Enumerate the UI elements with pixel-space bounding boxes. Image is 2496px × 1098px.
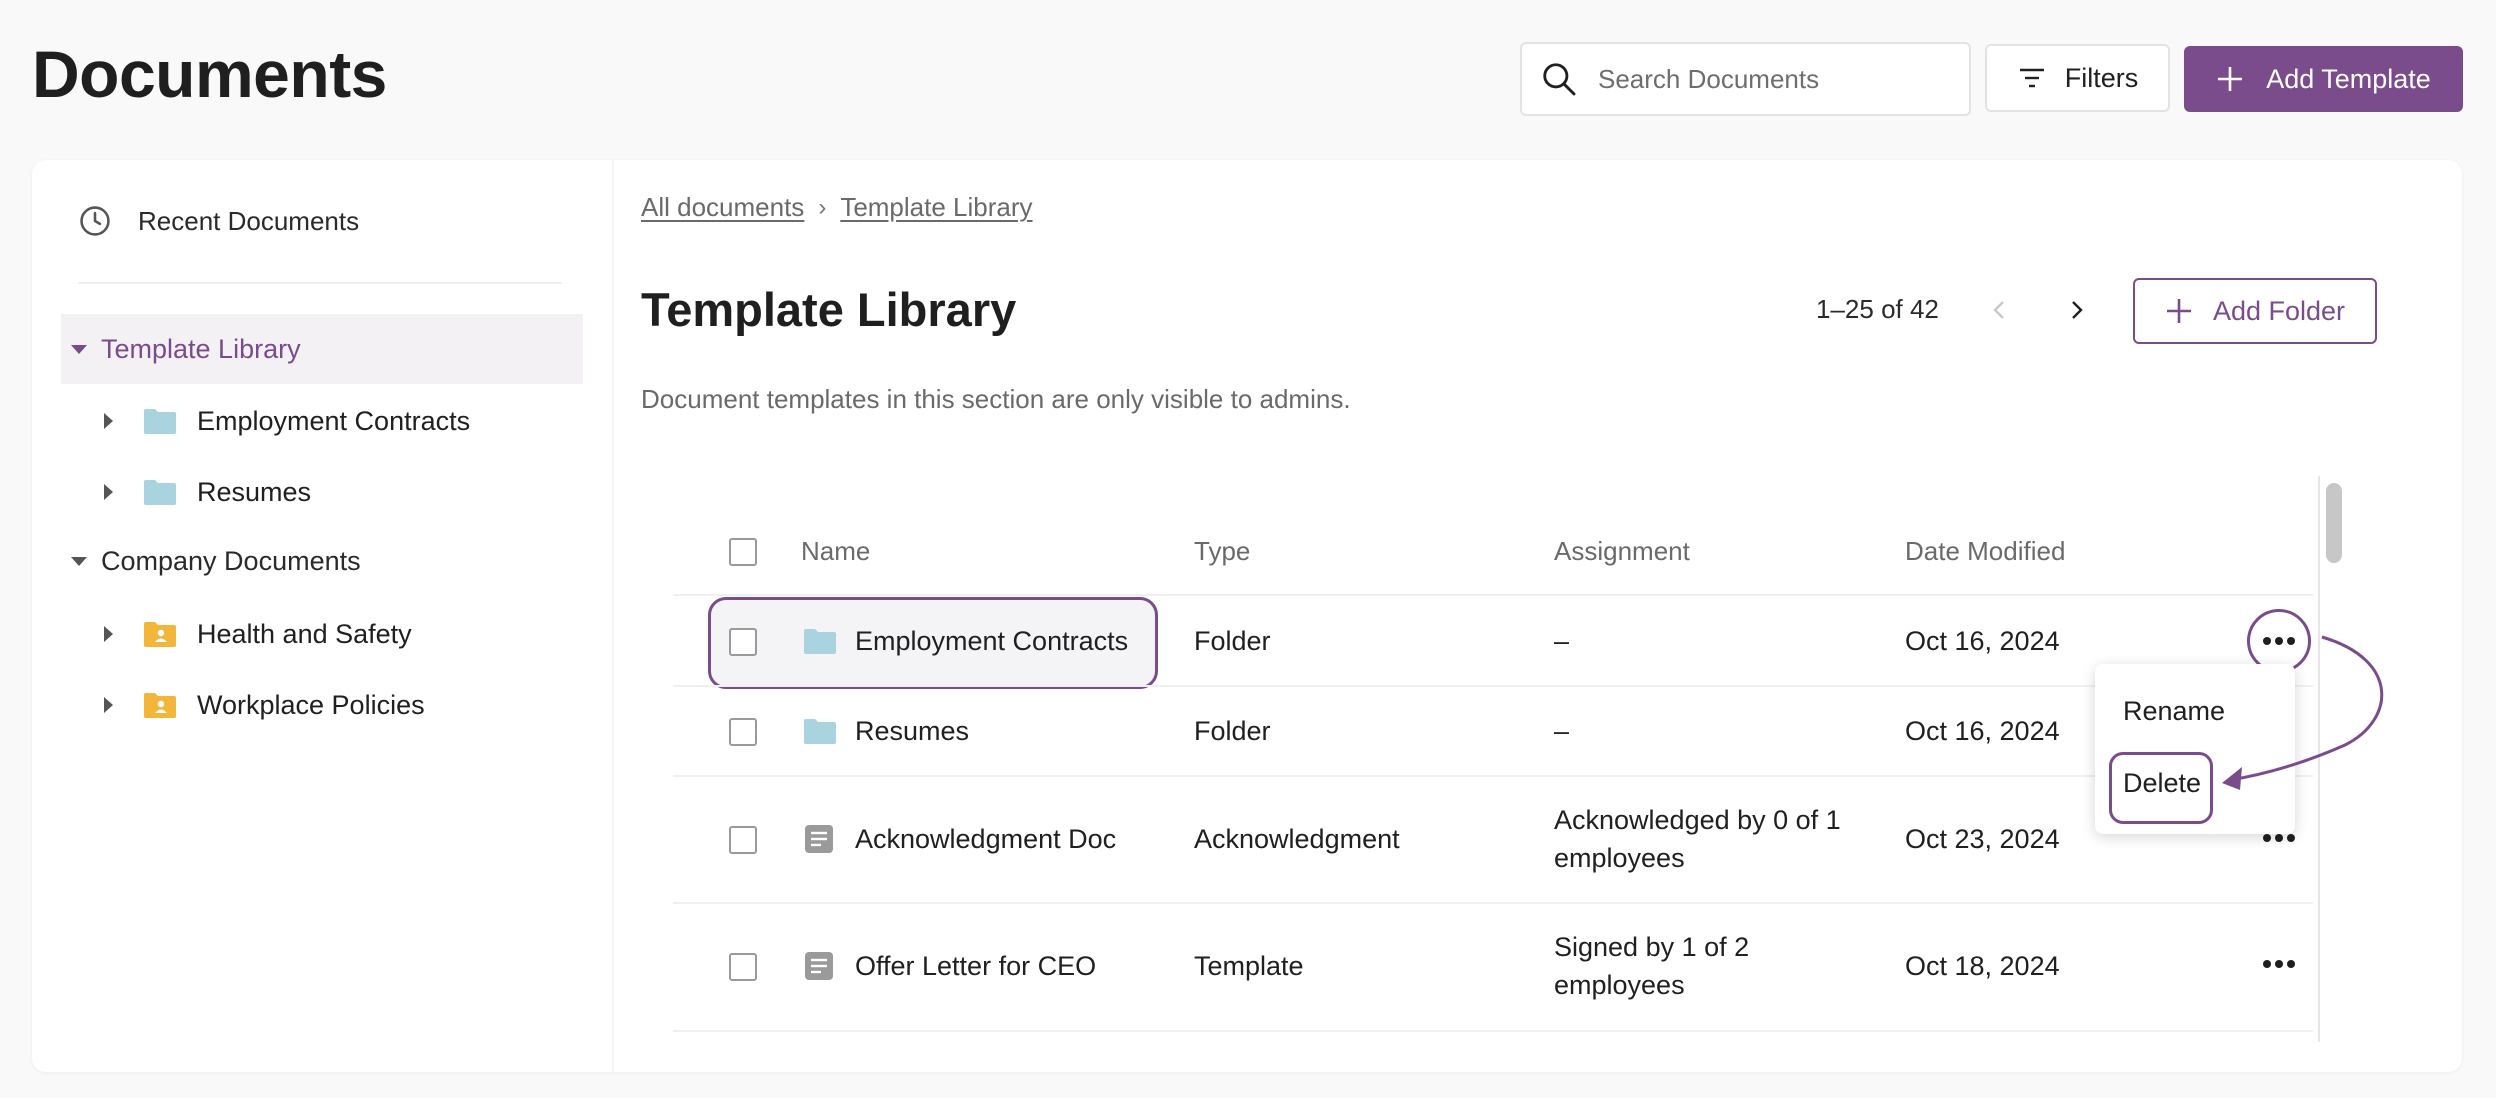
section-title: Template Library <box>641 283 1017 336</box>
caret-right-icon[interactable] <box>104 484 113 500</box>
row-assignment: Signed by 1 of 2 <box>1554 932 1750 962</box>
sidebar-item-health-and-safety[interactable]: Health and Safety <box>104 609 412 659</box>
row-divider <box>673 685 2313 687</box>
caret-down-icon[interactable] <box>71 556 87 566</box>
folder-icon <box>144 409 176 434</box>
template-library-label: Template Library <box>101 333 301 364</box>
row-date: Oct 23, 2024 <box>1905 824 2060 854</box>
row-type: Template <box>1194 951 1304 981</box>
shared-folder-icon <box>144 693 176 718</box>
filters-button[interactable]: Filters <box>1985 44 2170 112</box>
row-date: Oct 16, 2024 <box>1905 716 2060 746</box>
sidebar-item-employment-contracts[interactable]: Employment Contracts <box>104 396 470 446</box>
breadcrumb-separator: › <box>818 193 827 221</box>
row-assignment: – <box>1554 626 1570 656</box>
sidebar-item-workplace-policies[interactable]: Workplace Policies <box>104 680 425 730</box>
row-name[interactable]: Resumes <box>855 712 969 750</box>
row-checkbox[interactable] <box>729 628 757 656</box>
workplace-policies-label: Workplace Policies <box>197 689 425 720</box>
column-header-assignment[interactable]: Assignment <box>1554 536 1690 567</box>
row-name[interactable]: Offer Letter for CEO <box>855 947 1096 985</box>
pagination-count: 1–25 of 42 <box>1816 294 1939 324</box>
sidebar-item-template-library[interactable]: Template Library <box>61 314 583 384</box>
filter-icon <box>2019 68 2044 88</box>
column-header-date-modified[interactable]: Date Modified <box>1905 536 2065 567</box>
filters-label: Filters <box>2064 62 2139 93</box>
search-input[interactable] <box>1598 63 1958 95</box>
search-icon <box>1543 63 1576 96</box>
row-assignment-line2: employees <box>1554 843 1685 873</box>
chevron-right-icon <box>2072 301 2083 319</box>
row-divider <box>673 902 2313 904</box>
document-icon <box>805 825 833 853</box>
add-folder-label: Add Folder <box>2212 295 2346 326</box>
sidebar-item-resumes[interactable]: Resumes <box>104 467 311 517</box>
row-divider <box>673 1030 2313 1032</box>
health-and-safety-label: Health and Safety <box>197 618 412 649</box>
recent-documents-label: Recent Documents <box>138 205 360 236</box>
folder-icon <box>804 719 836 744</box>
row-type: Acknowledgment <box>1194 824 1400 854</box>
sidebar-separator <box>78 282 562 284</box>
row-name[interactable]: Acknowledgment Doc <box>855 820 1116 858</box>
search-box[interactable] <box>1520 42 1971 116</box>
pagination-prev-button[interactable] <box>1984 292 2014 328</box>
chevron-left-icon <box>1993 301 2004 319</box>
column-header-type[interactable]: Type <box>1194 536 1250 567</box>
row-type: Folder <box>1194 626 1271 656</box>
table-scrollbar-thumb[interactable] <box>2326 483 2342 563</box>
plus-icon <box>2166 299 2191 323</box>
add-folder-button[interactable]: Add Folder <box>2133 278 2377 344</box>
row-assignment: – <box>1554 716 1570 746</box>
company-documents-label: Company Documents <box>101 545 361 576</box>
row-divider <box>673 775 2313 777</box>
sidebar-item-company-documents[interactable]: Company Documents <box>71 536 361 586</box>
menu-item-rename[interactable]: Rename <box>2123 696 2225 727</box>
document-icon <box>805 952 833 980</box>
row-checkbox[interactable] <box>729 826 757 854</box>
breadcrumb: All documents › Template Library <box>641 192 1033 223</box>
page-title: Documents <box>32 37 387 111</box>
select-all-checkbox[interactable] <box>729 538 757 566</box>
row-date: Oct 16, 2024 <box>1905 626 2060 656</box>
row-type: Folder <box>1194 716 1271 746</box>
breadcrumb-all-documents[interactable]: All documents <box>641 192 804 223</box>
caret-right-icon[interactable] <box>104 413 113 429</box>
more-options-button[interactable] <box>2255 949 2303 979</box>
employment-contracts-label: Employment Contracts <box>197 405 471 436</box>
folder-icon <box>144 480 176 505</box>
row-name[interactable]: Employment Contracts <box>855 622 1128 660</box>
plus-icon <box>2218 67 2243 91</box>
breadcrumb-template-library[interactable]: Template Library <box>840 192 1032 223</box>
caret-right-icon[interactable] <box>104 697 113 713</box>
add-template-label: Add Template <box>2266 63 2431 94</box>
section-description: Document templates in this section are o… <box>641 384 1351 414</box>
add-template-button[interactable]: Add Template <box>2184 46 2463 112</box>
clock-icon <box>80 206 110 236</box>
row-date: Oct 18, 2024 <box>1905 951 2060 981</box>
resumes-label: Resumes <box>197 476 312 507</box>
highlight-delete <box>2109 752 2213 824</box>
row-checkbox[interactable] <box>729 953 757 981</box>
caret-down-icon[interactable] <box>71 344 87 354</box>
column-header-name[interactable]: Name <box>801 536 870 567</box>
shared-folder-icon <box>144 622 176 647</box>
pagination-next-button[interactable] <box>2062 292 2092 328</box>
row-assignment: Acknowledged by 0 of 1 <box>1554 805 1841 835</box>
caret-right-icon[interactable] <box>104 626 113 642</box>
folder-icon <box>804 629 836 654</box>
sidebar-divider <box>612 160 614 1072</box>
row-assignment-line2: employees <box>1554 970 1685 1000</box>
sidebar-item-recent-documents[interactable]: Recent Documents <box>78 204 359 238</box>
row-checkbox[interactable] <box>729 718 757 746</box>
row-divider <box>673 594 2313 596</box>
